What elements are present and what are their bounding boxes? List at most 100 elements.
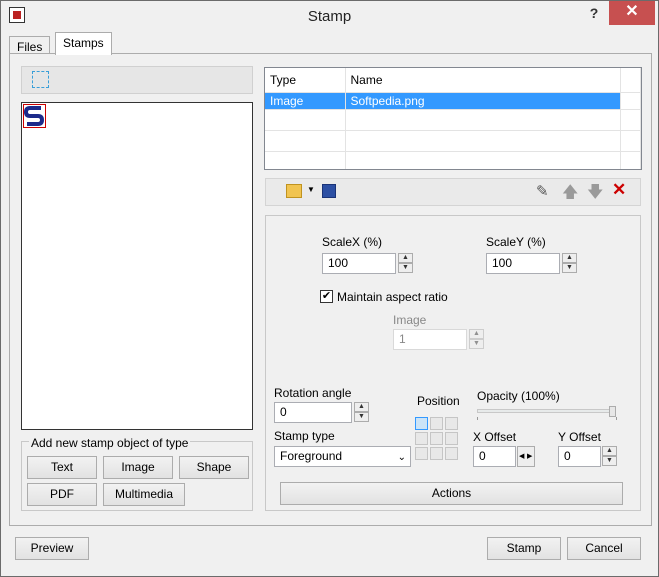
empty-cell [345, 109, 621, 131]
yoffset-input[interactable]: 0 [558, 446, 601, 467]
tab-files[interactable]: Files [9, 36, 51, 54]
move-down-icon[interactable]: 🡇 [587, 181, 603, 208]
help-button[interactable]: ? [583, 5, 605, 25]
position-cell-bottom-left[interactable] [415, 447, 428, 460]
empty-cell [620, 109, 641, 131]
stamp-list-table: Type Name Image Softpedia.png [265, 68, 641, 169]
spin-down-icon: ▼ [469, 339, 484, 349]
stamp-type-label: Stamp type [274, 429, 335, 443]
dropdown-arrow-icon[interactable]: ▼ [307, 185, 315, 194]
column-header-type[interactable]: Type [265, 68, 346, 93]
select-region-button[interactable] [21, 66, 253, 94]
empty-cell [265, 109, 346, 131]
empty-row [265, 130, 641, 152]
add-pdf-button[interactable]: PDF [27, 483, 97, 506]
empty-cell [265, 130, 346, 152]
position-cell-middle-left[interactable] [415, 432, 428, 445]
empty-cell [620, 130, 641, 152]
row-spacer-cell [620, 92, 641, 110]
close-button[interactable]: ✕ [609, 1, 655, 25]
stamp-objects-list[interactable]: Type Name Image Softpedia.png [264, 67, 642, 170]
xoffset-label: X Offset [473, 430, 517, 444]
select-region-icon [32, 71, 49, 88]
empty-row [265, 109, 641, 131]
cancel-button[interactable]: Cancel [567, 537, 641, 560]
spin-right-icon[interactable]: ▶ [527, 447, 532, 466]
slider-thumb[interactable] [609, 406, 616, 417]
slider-ticks [477, 417, 617, 420]
image-index-input: 1 [393, 329, 467, 350]
maintain-aspect-label[interactable]: Maintain aspect ratio [337, 290, 448, 304]
add-shape-button[interactable]: Shape [179, 456, 249, 479]
position-cell-top-right[interactable] [445, 417, 458, 430]
chevron-down-icon: ⌄ [397, 452, 406, 463]
stamp-preview-canvas[interactable] [21, 102, 253, 430]
maintain-aspect-checkbox[interactable]: ✔ [320, 290, 333, 303]
scalex-label: ScaleX (%) [322, 235, 383, 249]
add-stamp-group: Add new stamp object of type Text Image … [21, 436, 253, 511]
stamp-type-select[interactable]: Foreground ⌄ [274, 446, 411, 467]
rotation-input[interactable]: 0 [274, 402, 352, 423]
opacity-label: Opacity (100%) [477, 389, 560, 403]
position-cell-bottom-right[interactable] [445, 447, 458, 460]
stamp-properties-panel: ScaleX (%) 100 ▲ ▼ ScaleY (%) 100 ▲ ▼ ✔ Ma… [265, 215, 641, 511]
xoffset-spinner[interactable]: ◀ ▶ [517, 446, 535, 467]
column-header-spacer [620, 68, 641, 93]
empty-cell [345, 130, 621, 152]
softpedia-logo-thumbnail[interactable] [23, 104, 46, 128]
preview-button[interactable]: Preview [15, 537, 89, 560]
opacity-slider[interactable] [477, 406, 618, 420]
scaley-spinner[interactable]: ▲ ▼ [562, 253, 577, 274]
add-image-button[interactable]: Image [103, 456, 173, 479]
image-index-spinner: ▲ ▼ [469, 329, 484, 350]
position-cell-middle-right[interactable] [445, 432, 458, 445]
add-group-title: Add new stamp object of type [29, 436, 191, 450]
stamp-button[interactable]: Stamp [487, 537, 561, 560]
empty-cell [265, 151, 346, 169]
save-icon[interactable] [322, 184, 336, 198]
spin-up-icon[interactable]: ▲ [602, 446, 617, 456]
spin-up-icon[interactable]: ▲ [398, 253, 413, 263]
s-logo-icon [23, 106, 45, 126]
add-text-button[interactable]: Text [27, 456, 97, 479]
window-title: Stamp [307, 8, 352, 25]
spin-down-icon[interactable]: ▼ [562, 263, 577, 273]
yoffset-spinner[interactable]: ▲ ▼ [602, 446, 617, 467]
scalex-input[interactable]: 100 [322, 253, 396, 274]
spin-left-icon[interactable]: ◀ [519, 447, 524, 466]
row-type-cell[interactable]: Image [265, 92, 346, 110]
position-cell-center[interactable] [430, 432, 443, 445]
position-cell-top-left[interactable] [415, 417, 428, 430]
column-header-name[interactable]: Name [345, 68, 621, 93]
title-bar: Stamp ? ✕ [1, 1, 658, 31]
table-row[interactable]: Image Softpedia.png [265, 92, 641, 110]
move-up-icon[interactable]: 🡅 [562, 181, 578, 208]
row-name-cell[interactable]: Softpedia.png [345, 92, 621, 110]
tab-stamps[interactable]: Stamps [55, 32, 112, 55]
open-folder-icon[interactable] [286, 184, 302, 198]
delete-icon[interactable]: ✕ [612, 180, 626, 200]
position-grid[interactable] [415, 417, 463, 465]
xoffset-input[interactable]: 0 [473, 446, 516, 467]
edit-icon[interactable]: ✎ [536, 182, 549, 200]
scalex-spinner[interactable]: ▲ ▼ [398, 253, 413, 274]
spin-down-icon[interactable]: ▼ [354, 412, 369, 422]
actions-button[interactable]: Actions [280, 482, 623, 505]
image-index-label: Image [393, 313, 427, 327]
empty-row [265, 151, 641, 169]
add-multimedia-button[interactable]: Multimedia [103, 483, 185, 506]
empty-cell [345, 151, 621, 169]
position-cell-top-center[interactable] [430, 417, 443, 430]
rotation-spinner[interactable]: ▲ ▼ [354, 402, 369, 423]
stamp-dialog: Stamp ? ✕ Files Stamps Add new stamp obj… [0, 0, 659, 577]
spin-up-icon[interactable]: ▲ [354, 402, 369, 412]
spin-down-icon[interactable]: ▼ [602, 456, 617, 466]
scaley-input[interactable]: 100 [486, 253, 560, 274]
list-toolbar: ▼ ✎ 🡅 🡇 ✕ [265, 178, 641, 206]
list-header-row: Type Name [265, 68, 641, 93]
spin-up-icon[interactable]: ▲ [562, 253, 577, 263]
spin-up-icon: ▲ [469, 329, 484, 339]
rotation-label: Rotation angle [274, 386, 352, 400]
position-cell-bottom-center[interactable] [430, 447, 443, 460]
spin-down-icon[interactable]: ▼ [398, 263, 413, 273]
